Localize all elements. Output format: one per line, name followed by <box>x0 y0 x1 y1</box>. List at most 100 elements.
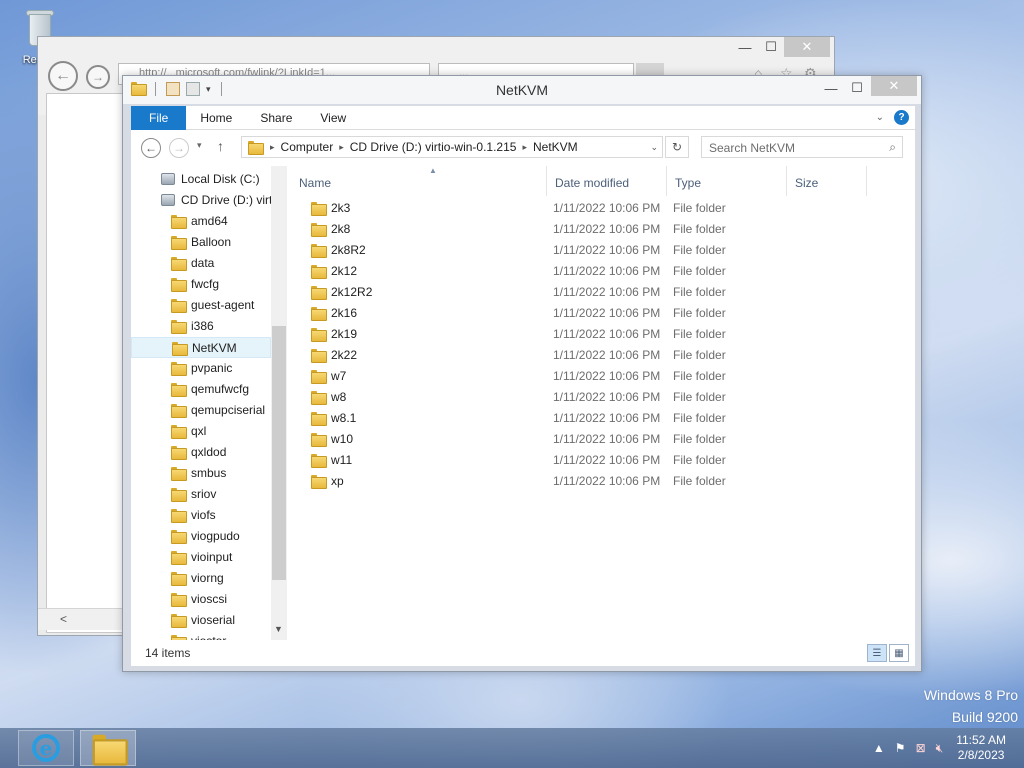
file-row[interactable]: 2k8 1/11/2022 10:06 PM File folder <box>297 219 865 240</box>
ie-forward-button[interactable]: → <box>86 65 110 89</box>
file-explorer-window[interactable]: ▾ NetKVM — ☐ ✕ File Home Share View ⌄ ? … <box>122 75 922 672</box>
file-row[interactable]: xp 1/11/2022 10:06 PM File folder <box>297 471 865 492</box>
ie-horizontal-scrollbar[interactable]: < <box>38 608 122 630</box>
tab-home[interactable]: Home <box>186 106 246 130</box>
tree-item[interactable]: qemupciserial <box>131 400 271 421</box>
refresh-button[interactable]: ↻ <box>665 136 689 158</box>
file-row[interactable]: 2k12 1/11/2022 10:06 PM File folder <box>297 261 865 282</box>
recent-locations-chevron-icon[interactable]: ▾ <box>197 140 202 151</box>
file-date-modified: 1/11/2022 10:06 PM <box>553 474 661 488</box>
tree-item[interactable]: i386 <box>131 316 271 337</box>
tree-item[interactable]: sriov <box>131 484 271 505</box>
file-type: File folder <box>673 453 726 467</box>
folder-icon <box>171 572 187 586</box>
file-row[interactable]: 2k19 1/11/2022 10:06 PM File folder <box>297 324 865 345</box>
tree-item[interactable]: qxldod <box>131 442 271 463</box>
file-date-modified: 1/11/2022 10:06 PM <box>553 201 661 215</box>
minimize-button[interactable]: — <box>819 78 843 98</box>
ie-page-content[interactable] <box>46 93 124 633</box>
breadcrumb-cd-drive[interactable]: CD Drive (D:) virtio-win-0.1.215 <box>344 140 523 154</box>
back-button[interactable]: ← <box>141 138 161 158</box>
tree-item[interactable]: data <box>131 253 271 274</box>
help-icon[interactable]: ? <box>894 110 909 125</box>
tree-item[interactable]: viorng <box>131 568 271 589</box>
folder-icon <box>171 614 187 628</box>
file-list[interactable]: ▲ Name Date modified Type Size 2k3 1/11/2… <box>291 166 915 640</box>
tree-item[interactable]: pvpanic <box>131 358 271 379</box>
maximize-button[interactable]: ☐ <box>845 78 869 98</box>
clock[interactable]: 11:52 AM 2/8/2023 <box>956 733 1006 763</box>
file-row[interactable]: 2k16 1/11/2022 10:06 PM File folder <box>297 303 865 324</box>
tab-view[interactable]: View <box>306 106 360 130</box>
file-name: w7 <box>331 369 347 383</box>
taskbar-file-explorer-button[interactable] <box>80 730 136 766</box>
explorer-titlebar[interactable]: ▾ NetKVM — ☐ ✕ <box>123 76 921 104</box>
tree-item[interactable]: guest-agent <box>131 295 271 316</box>
file-row[interactable]: w8.1 1/11/2022 10:06 PM File folder <box>297 408 865 429</box>
navigation-pane-scrollbar[interactable]: ▼ <box>271 166 287 640</box>
navigation-pane[interactable]: Local Disk (C:) CD Drive (D:) virt amd64 Ba… <box>131 166 271 640</box>
address-breadcrumb[interactable]: ▸ Computer ▸ CD Drive (D:) virtio-win-0.… <box>241 136 663 158</box>
file-type: File folder <box>673 201 726 215</box>
file-row[interactable]: 2k3 1/11/2022 10:06 PM File folder <box>297 198 865 219</box>
column-header-type[interactable]: Type <box>667 166 787 196</box>
file-row[interactable]: w8 1/11/2022 10:06 PM File folder <box>297 387 865 408</box>
file-row[interactable]: 2k12R2 1/11/2022 10:06 PM File folder <box>297 282 865 303</box>
tree-item[interactable]: NetKVM <box>131 337 271 358</box>
tab-share[interactable]: Share <box>246 106 306 130</box>
column-header-name[interactable]: Name <box>291 166 547 196</box>
show-hidden-icons-icon[interactable]: ▲ <box>873 741 885 755</box>
network-error-icon[interactable]: ⊠ <box>916 741 926 755</box>
tree-item[interactable]: CD Drive (D:) virt <box>131 190 271 211</box>
file-row[interactable]: 2k8R2 1/11/2022 10:06 PM File folder <box>297 240 865 261</box>
tree-item[interactable]: Local Disk (C:) <box>131 169 271 190</box>
tree-item-label: CD Drive (D:) virt <box>181 193 271 207</box>
large-icons-view-button[interactable]: ▦ <box>889 644 909 662</box>
tree-item[interactable]: vioscsi <box>131 589 271 610</box>
file-row[interactable]: w11 1/11/2022 10:06 PM File folder <box>297 450 865 471</box>
file-row[interactable]: 2k22 1/11/2022 10:06 PM File folder <box>297 345 865 366</box>
close-button[interactable]: ✕ <box>871 76 917 96</box>
breadcrumb-computer[interactable]: Computer <box>275 140 340 154</box>
scroll-down-icon[interactable]: ▼ <box>274 624 283 634</box>
tree-item-label: qxl <box>191 424 207 438</box>
ie-minimize-button[interactable]: — <box>732 37 758 57</box>
ie-titlebar[interactable]: — ☐ ✕ <box>38 37 834 61</box>
breadcrumb-netkvm[interactable]: NetKVM <box>527 140 584 154</box>
tree-item[interactable]: qemufwcfg <box>131 379 271 400</box>
tree-item[interactable]: qxl <box>131 421 271 442</box>
tree-item[interactable]: amd64 <box>131 211 271 232</box>
search-input[interactable]: Search NetKVM ⌕ <box>701 136 903 158</box>
tree-item[interactable]: viostor <box>131 631 271 640</box>
expand-ribbon-chevron-icon[interactable]: ⌄ <box>876 112 884 123</box>
scroll-left-icon[interactable]: < <box>60 612 67 626</box>
file-date-modified: 1/11/2022 10:06 PM <box>553 264 661 278</box>
tree-item[interactable]: fwcfg <box>131 274 271 295</box>
tree-item[interactable]: Balloon <box>131 232 271 253</box>
tree-item[interactable]: viogpudo <box>131 526 271 547</box>
folder-icon <box>171 509 187 523</box>
tree-item[interactable]: smbus <box>131 463 271 484</box>
tree-item[interactable]: vioinput <box>131 547 271 568</box>
file-row[interactable]: w7 1/11/2022 10:06 PM File folder <box>297 366 865 387</box>
tree-item[interactable]: vioserial <box>131 610 271 631</box>
item-count: 14 items <box>145 646 191 660</box>
tree-item[interactable]: viofs <box>131 505 271 526</box>
forward-button[interactable]: → <box>169 138 189 158</box>
ie-maximize-button[interactable]: ☐ <box>758 37 784 57</box>
search-icon[interactable]: ⌕ <box>889 140 896 155</box>
taskbar-internet-explorer-button[interactable]: e <box>18 730 74 766</box>
address-dropdown-chevron-icon[interactable]: ⌄ <box>650 142 658 153</box>
ie-close-button[interactable]: ✕ <box>784 37 830 57</box>
action-center-flag-icon[interactable]: ⚑ <box>895 741 906 755</box>
up-button[interactable]: ↑ <box>217 138 224 154</box>
details-view-button[interactable]: ☰ <box>867 644 887 662</box>
ie-back-button[interactable]: ← <box>48 61 78 91</box>
column-header-size[interactable]: Size <box>787 166 867 196</box>
scrollbar-thumb[interactable] <box>272 326 286 580</box>
file-name: 2k12 <box>331 264 358 278</box>
volume-muted-icon[interactable]: 🔇︎ <box>936 741 944 756</box>
file-row[interactable]: w10 1/11/2022 10:06 PM File folder <box>297 429 865 450</box>
column-header-date-modified[interactable]: Date modified <box>547 166 667 196</box>
tab-file[interactable]: File <box>131 105 187 130</box>
